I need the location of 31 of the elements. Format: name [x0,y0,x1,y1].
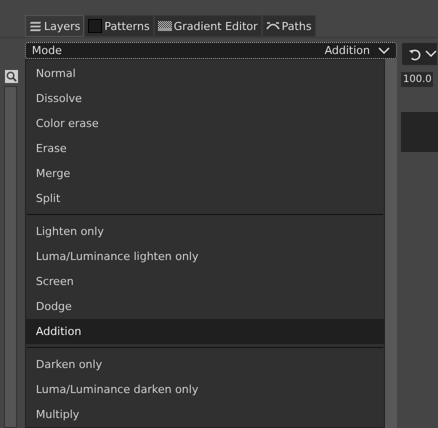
panel-tab[interactable]: Layers [25,15,84,37]
menu-item[interactable]: Multiply [26,402,384,427]
panel-tab[interactable]: Gradient Editor [154,15,262,37]
menu-item[interactable]: Luma/Luminance lighten only [26,244,384,269]
menu-item[interactable]: Lighten only [26,219,384,244]
pattern-swatch-icon [88,19,102,33]
gradient-icon [158,21,172,31]
panel-scrollbar[interactable] [384,59,397,428]
layers-icon [29,20,42,32]
mode-dropdown[interactable]: Mode Addition [24,42,397,59]
panel-tab[interactable]: Paths [262,15,316,37]
undo-icon [408,48,421,60]
panel-tab[interactable]: Patterns [84,15,154,37]
search-icon[interactable] [5,70,18,83]
menu-item[interactable]: Split [26,186,384,211]
menu-item[interactable]: Addition [26,319,384,344]
menu-item[interactable]: Merge [26,161,384,186]
menu-item[interactable]: Dissolve [26,86,384,111]
menu-item[interactable]: Darken only [26,352,384,377]
caret-icon [378,46,390,54]
opacity-field[interactable]: 100.0 [401,72,433,87]
menu-item[interactable]: Erase [26,136,384,161]
menu-item[interactable]: Color erase [26,111,384,136]
scrollbar[interactable] [4,86,17,428]
menu-item[interactable]: Normal [26,61,384,86]
reset-button[interactable] [401,42,438,66]
menu-item[interactable]: Luma/Luminance darken only [26,377,384,402]
path-curve-icon [266,21,280,31]
menu-item[interactable]: Screen [26,269,384,294]
menu-item[interactable]: Dodge [26,294,384,319]
caret-icon [425,50,437,58]
